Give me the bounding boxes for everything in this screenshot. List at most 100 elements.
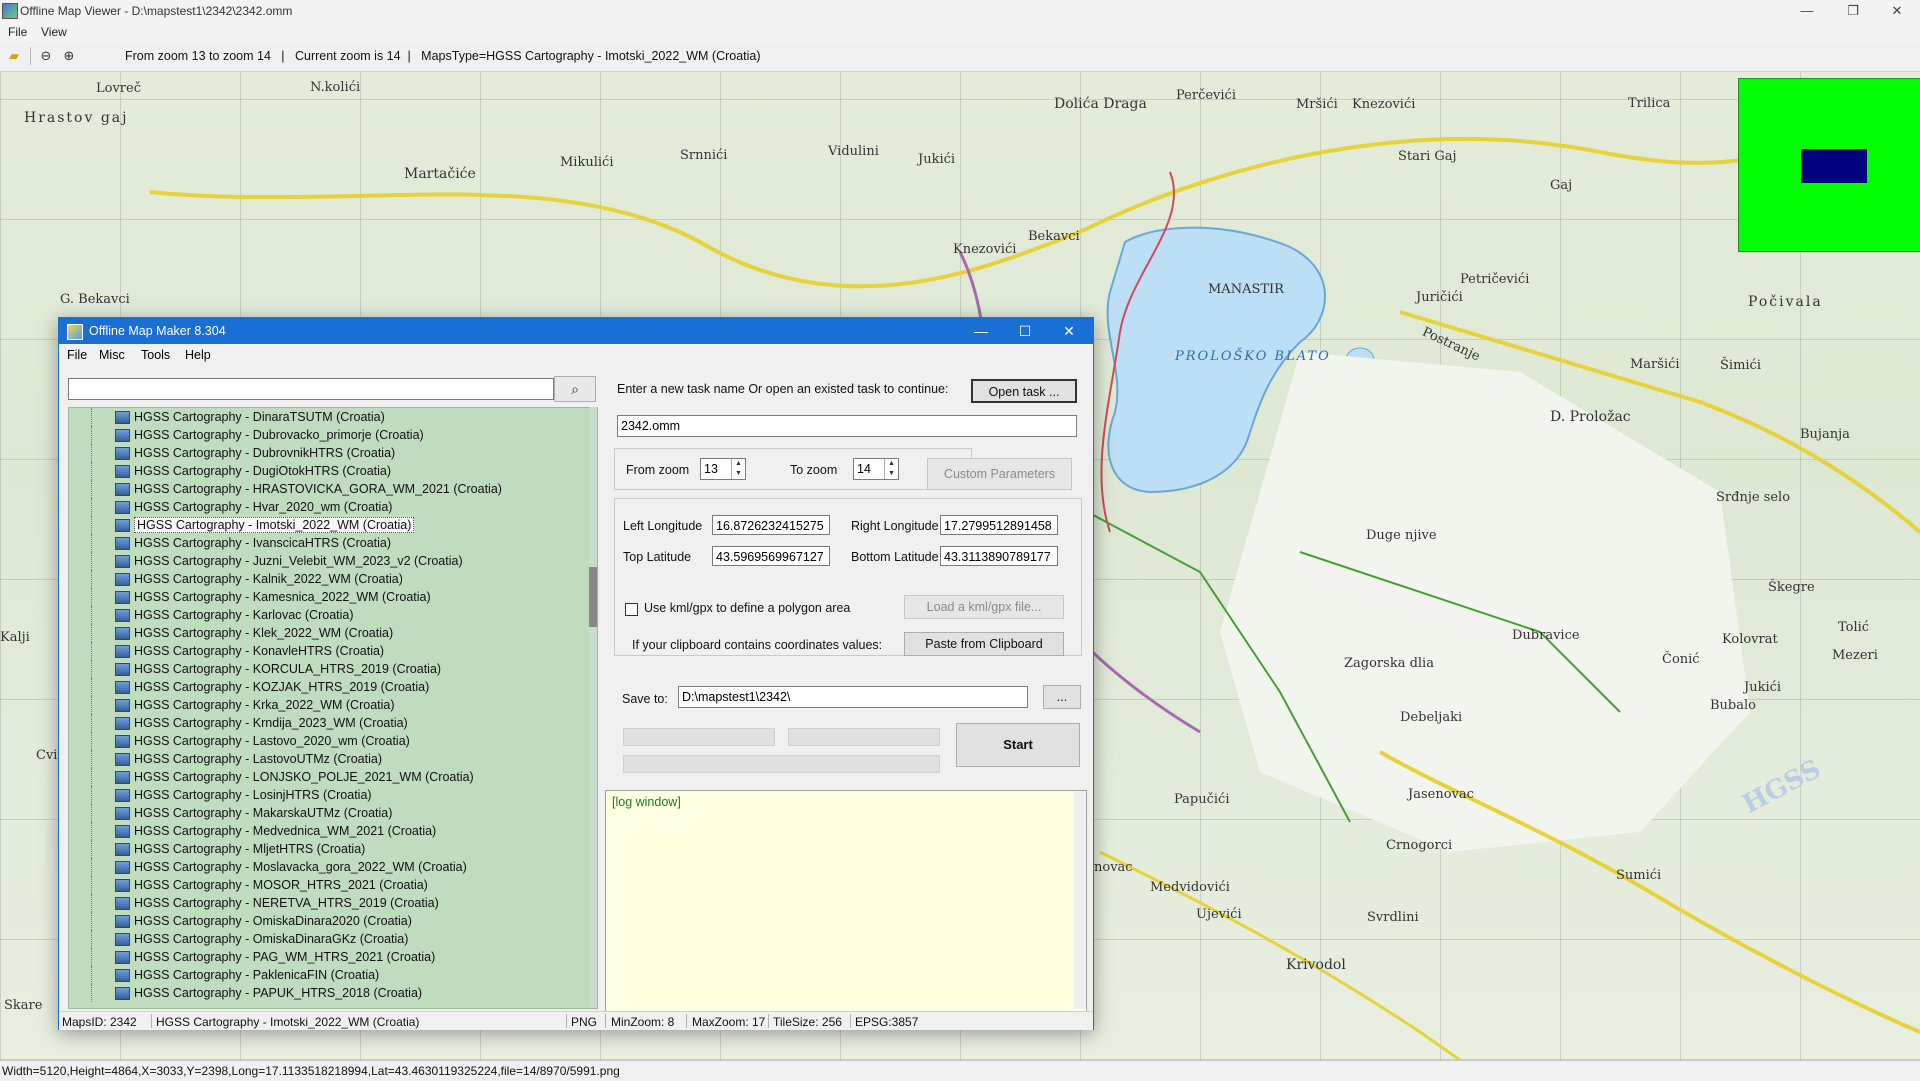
tree-line bbox=[91, 606, 102, 624]
list-item[interactable]: HGSS Cartography - Medvednica_WM_2021 (C… bbox=[69, 822, 569, 840]
list-item[interactable]: HGSS Cartography - LastovoUTMz (Croatia) bbox=[69, 750, 569, 768]
list-item[interactable]: HGSS Cartography - MljetHTRS (Croatia) bbox=[69, 840, 569, 858]
save-path-input[interactable]: D:\mapstest1\2342\ bbox=[678, 686, 1028, 708]
maximize-button[interactable]: ❐ bbox=[1830, 0, 1876, 22]
list-item[interactable]: HGSS Cartography - LosinjHTRS (Croatia) bbox=[69, 786, 569, 804]
map-type-list[interactable]: HGSS Cartography - DinaraTSUTM (Croatia)… bbox=[68, 407, 598, 1009]
paste-clipboard-button[interactable]: Paste from Clipboard bbox=[904, 632, 1064, 656]
list-item[interactable]: HGSS Cartography - Juzni_Velebit_WM_2023… bbox=[69, 552, 569, 570]
dialog-menu-tools[interactable]: Tools bbox=[141, 348, 170, 362]
right-longitude-input[interactable]: 17.2799512891458 bbox=[940, 515, 1058, 535]
list-item[interactable]: HGSS Cartography - Imotski_2022_WM (Croa… bbox=[69, 516, 569, 534]
list-item[interactable]: HGSS Cartography - KonavleHTRS (Croatia) bbox=[69, 642, 569, 660]
dialog-menu-file[interactable]: File bbox=[67, 348, 87, 362]
map-label: Krivodol bbox=[1286, 957, 1346, 973]
list-item[interactable]: HGSS Cartography - Karlovac (Croatia) bbox=[69, 606, 569, 624]
log-window[interactable]: [log window] bbox=[605, 790, 1087, 1012]
load-kml-button[interactable]: Load a kml/gpx file... bbox=[904, 595, 1064, 619]
list-item[interactable]: HGSS Cartography - KOZJAK_HTRS_2019 (Cro… bbox=[69, 678, 569, 696]
kml-checkbox[interactable] bbox=[625, 603, 638, 616]
map-icon bbox=[115, 807, 130, 820]
map-icon bbox=[115, 483, 130, 496]
list-item-label: HGSS Cartography - Krka_2022_WM (Croatia… bbox=[134, 698, 395, 712]
list-item[interactable]: HGSS Cartography - DinaraTSUTM (Croatia) bbox=[69, 408, 569, 426]
start-button[interactable]: Start bbox=[956, 723, 1080, 767]
map-label: Počivala bbox=[1748, 294, 1823, 310]
dialog-menu-help[interactable]: Help bbox=[185, 348, 211, 362]
overview-viewport[interactable] bbox=[1801, 149, 1867, 183]
app-icon bbox=[2, 3, 18, 19]
spinner-arrows-icon[interactable]: ▲ ▼ bbox=[731, 459, 745, 479]
map-icon bbox=[115, 447, 130, 460]
list-item-label: HGSS Cartography - NERETVA_HTRS_2019 (Cr… bbox=[134, 896, 439, 910]
clipboard-label: If your clipboard contains coordinates v… bbox=[632, 638, 883, 652]
search-icon[interactable]: ⌕ bbox=[554, 376, 596, 402]
task-name-input[interactable]: 2342.omm bbox=[617, 415, 1077, 437]
list-item[interactable]: HGSS Cartography - Dubrovacko_primorje (… bbox=[69, 426, 569, 444]
list-item[interactable]: HGSS Cartography - Lastovo_2020_wm (Croa… bbox=[69, 732, 569, 750]
scrollbar-thumb[interactable] bbox=[589, 567, 597, 627]
map-icon bbox=[115, 627, 130, 640]
from-zoom-spinner[interactable]: 13 ▲ ▼ bbox=[700, 458, 746, 480]
dialog-minimize-button[interactable]: — bbox=[959, 318, 1003, 344]
status-tilesize: TileSize: 256 bbox=[773, 1015, 842, 1029]
to-zoom-spinner[interactable]: 14 ▲ ▼ bbox=[853, 458, 899, 480]
list-item[interactable]: HGSS Cartography - LONJSKO_POLJE_2021_WM… bbox=[69, 768, 569, 786]
open-task-button[interactable]: Open task ... bbox=[971, 379, 1077, 403]
spinner-arrows-icon[interactable]: ▲ ▼ bbox=[884, 459, 898, 479]
map-list-scrollbar[interactable] bbox=[589, 407, 597, 1007]
map-icon bbox=[115, 429, 130, 442]
dialog-maximize-button[interactable]: ☐ bbox=[1003, 318, 1047, 344]
status-minzoom: MinZoom: 8 bbox=[611, 1015, 675, 1029]
log-scrollbar[interactable] bbox=[1074, 791, 1086, 1009]
dialog-close-button[interactable]: ✕ bbox=[1047, 318, 1091, 344]
list-item[interactable]: HGSS Cartography - Klek_2022_WM (Croatia… bbox=[69, 624, 569, 642]
open-folder-icon[interactable]: ▰ bbox=[6, 48, 22, 64]
list-item[interactable]: HGSS Cartography - PaklenicaFIN (Croatia… bbox=[69, 966, 569, 984]
map-label: Knezovići bbox=[1352, 97, 1416, 112]
dialog-menu-misc[interactable]: Misc bbox=[99, 348, 125, 362]
left-longitude-input[interactable]: 16.8726232415275 bbox=[712, 515, 830, 535]
bottom-latitude-input[interactable]: 43.3113890789177 bbox=[940, 546, 1058, 566]
list-item[interactable]: HGSS Cartography - MOSOR_HTRS_2021 (Croa… bbox=[69, 876, 569, 894]
list-item[interactable]: HGSS Cartography - Kamesnica_2022_WM (Cr… bbox=[69, 588, 569, 606]
list-item[interactable]: HGSS Cartography - HRASTOVICKA_GORA_WM_2… bbox=[69, 480, 569, 498]
close-button[interactable]: ✕ bbox=[1874, 0, 1920, 22]
list-item-label: HGSS Cartography - KORCULA_HTRS_2019 (Cr… bbox=[134, 662, 442, 676]
list-item[interactable]: HGSS Cartography - Krka_2022_WM (Croatia… bbox=[69, 696, 569, 714]
list-item[interactable]: HGSS Cartography - KORCULA_HTRS_2019 (Cr… bbox=[69, 660, 569, 678]
map-label: Hrastov gaj bbox=[24, 110, 129, 126]
custom-parameters-button[interactable]: Custom Parameters bbox=[927, 458, 1072, 490]
overview-minimap[interactable] bbox=[1738, 78, 1920, 252]
list-item-label: HGSS Cartography - PAG_WM_HTRS_2021 (Cro… bbox=[134, 950, 436, 964]
browse-button[interactable]: ... bbox=[1043, 685, 1081, 709]
list-item[interactable]: HGSS Cartography - Moslavacka_gora_2022_… bbox=[69, 858, 569, 876]
map-icon bbox=[115, 537, 130, 550]
list-item[interactable]: HGSS Cartography - OmiskaDinara2020 (Cro… bbox=[69, 912, 569, 930]
map-search-input[interactable] bbox=[68, 378, 554, 400]
list-item[interactable]: HGSS Cartography - PAPUK_HTRS_2018 (Croa… bbox=[69, 984, 569, 1002]
menu-view[interactable]: View bbox=[41, 25, 67, 39]
list-item[interactable]: HGSS Cartography - DubrovnikHTRS (Croati… bbox=[69, 444, 569, 462]
left-longitude-label: Left Longitude bbox=[623, 519, 703, 533]
list-item[interactable]: HGSS Cartography - Kalnik_2022_WM (Croat… bbox=[69, 570, 569, 588]
map-label: G. Bekavci bbox=[60, 292, 130, 307]
road-main bbox=[149, 137, 1801, 289]
list-item-label: HGSS Cartography - MljetHTRS (Croatia) bbox=[134, 842, 366, 856]
menu-file[interactable]: File bbox=[8, 25, 27, 39]
list-item[interactable]: HGSS Cartography - DugiOtokHTRS (Croatia… bbox=[69, 462, 569, 480]
zoom-in-icon[interactable]: ⊕ bbox=[61, 48, 77, 64]
list-item-label: HGSS Cartography - LosinjHTRS (Croatia) bbox=[134, 788, 372, 802]
list-item[interactable]: HGSS Cartography - NERETVA_HTRS_2019 (Cr… bbox=[69, 894, 569, 912]
list-item-label: HGSS Cartography - Dubrovacko_primorje (… bbox=[134, 428, 424, 442]
list-item[interactable]: HGSS Cartography - Hvar_2020_wm (Croatia… bbox=[69, 498, 569, 516]
zoom-out-icon[interactable]: ⊖ bbox=[38, 48, 54, 64]
status-divider bbox=[768, 1014, 769, 1028]
list-item[interactable]: HGSS Cartography - Krndija_2023_WM (Croa… bbox=[69, 714, 569, 732]
list-item[interactable]: HGSS Cartography - PAG_WM_HTRS_2021 (Cro… bbox=[69, 948, 569, 966]
top-latitude-input[interactable]: 43.5969569967127 bbox=[712, 546, 830, 566]
list-item[interactable]: HGSS Cartography - MakarskaUTMz (Croatia… bbox=[69, 804, 569, 822]
list-item[interactable]: HGSS Cartography - IvanscicaHTRS (Croati… bbox=[69, 534, 569, 552]
minimize-button[interactable]: — bbox=[1784, 0, 1830, 22]
list-item[interactable]: HGSS Cartography - OmiskaDinaraGKz (Croa… bbox=[69, 930, 569, 948]
